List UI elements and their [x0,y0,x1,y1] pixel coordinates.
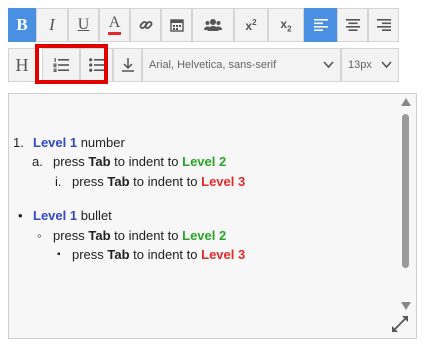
list-marker: ◦ [37,228,42,243]
item-text: press [53,228,89,243]
subscript-button[interactable]: x2 [268,8,304,42]
bullet-list-icon [88,58,105,72]
bold-button[interactable]: B [8,8,36,42]
editor-toolbar: B I U A x2 x2 H Arial, Helvetica, sans-s… [8,8,399,84]
chevron-down-icon [381,61,392,69]
font-size-select[interactable]: 13px [341,48,399,82]
insert-date-button[interactable] [161,8,192,42]
underline-label: U [77,16,90,33]
item-text: to indent to [129,174,202,189]
align-center-icon [345,19,360,31]
level-1-label: Level 1 [33,208,78,223]
editor-content[interactable]: 1. Level 1 number a. press Tab to indent… [9,94,398,338]
text-color-label: A [108,14,121,31]
item-text: to indent to [110,228,183,243]
arrow-down-to-line-icon [121,58,134,72]
level-3-label: Level 3 [201,174,246,189]
list-marker: ▪ [57,249,61,260]
tab-key: Tab [107,247,130,262]
list-item: press Tab to indent to Level 3 [72,245,245,265]
item-text: press [72,174,108,189]
scrollbar-thumb[interactable] [402,114,409,268]
tab-key: Tab [107,174,130,189]
ordered-list-button[interactable] [42,48,80,82]
link-icon [139,21,152,29]
level-2-label: Level 2 [182,154,227,169]
subscript-label: x2 [280,16,292,34]
indent-button[interactable] [113,48,142,82]
text-color-button[interactable]: A [99,8,130,42]
list-item: Level 1 bullet [33,206,112,226]
scroll-down-arrow-icon[interactable] [401,302,411,310]
list-item: Level 1 number [33,133,125,153]
text-color-bar [108,32,121,35]
item-text: to indent to [110,154,183,169]
chevron-down-icon [323,61,334,69]
heading-label: H [15,54,29,75]
tab-key: Tab [88,154,111,169]
users-icon [204,19,222,31]
align-left-icon [313,19,328,31]
superscript-button[interactable]: x2 [234,8,268,42]
align-right-button[interactable] [368,8,399,42]
font-family-value: Arial, Helvetica, sans-serif [149,59,277,71]
list-item: press Tab to indent to Level 2 [53,152,226,172]
align-center-button[interactable] [337,8,368,42]
list-item: press Tab to indent to Level 3 [72,172,245,192]
mention-button[interactable] [192,8,234,42]
level-3-label: Level 3 [201,247,246,262]
bullet-list-button[interactable] [80,48,113,82]
superscript-label: x2 [245,17,257,33]
font-size-value: 13px [348,59,372,71]
tab-key: Tab [88,228,111,243]
ordered-list-icon [53,58,69,72]
heading-button[interactable]: H [8,48,36,82]
scroll-up-arrow-icon[interactable] [401,98,411,106]
link-button[interactable] [130,8,161,42]
list-marker: • [18,208,23,223]
list-marker: a. [32,154,43,169]
calendar-icon [169,19,184,32]
item-text: to indent to [129,247,202,262]
list-marker: 1. [13,135,24,150]
item-text: press [72,247,108,262]
italic-button[interactable]: I [36,8,68,42]
italic-label: I [49,15,55,34]
editor-area[interactable]: 1. Level 1 number a. press Tab to indent… [8,93,417,339]
resize-handle-icon[interactable] [392,316,408,332]
vertical-scrollbar[interactable] [400,98,412,310]
level-2-label: Level 2 [182,228,227,243]
item-text: number [77,135,125,150]
level-1-label: Level 1 [33,135,78,150]
font-family-select[interactable]: Arial, Helvetica, sans-serif [142,48,341,82]
underline-button[interactable]: U [68,8,99,42]
item-text: press [53,154,89,169]
bold-label: B [16,15,28,34]
item-text: bullet [77,208,112,223]
align-right-icon [376,19,391,31]
align-left-button[interactable] [304,8,337,42]
list-marker: i. [55,174,62,189]
list-item: press Tab to indent to Level 2 [53,226,226,246]
